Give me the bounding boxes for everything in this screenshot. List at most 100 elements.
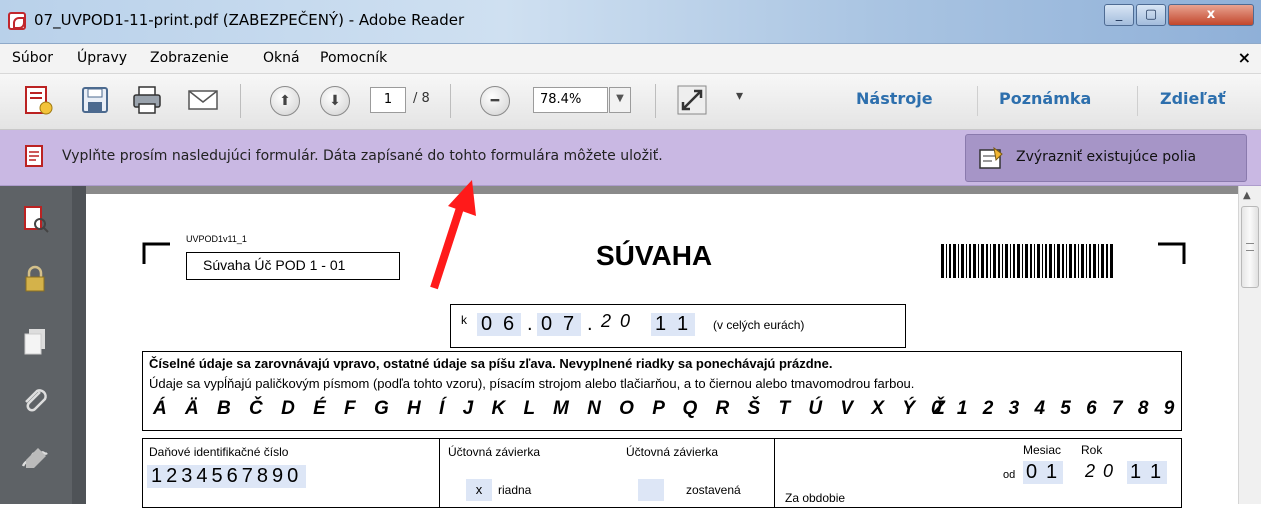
riadna-checkbox[interactable]: x — [466, 479, 492, 501]
dic-digit: 4 — [196, 465, 212, 487]
close-window-button[interactable]: x — [1168, 4, 1254, 26]
od-month-digit: 1 — [1043, 461, 1063, 484]
pages-icon[interactable] — [20, 326, 50, 356]
attachments-icon[interactable] — [20, 386, 50, 416]
pdf-page: UVPOD1v11_1 Súvaha Úč POD 1 - 01 SÚVAHA … — [86, 194, 1238, 508]
adobe-reader-icon — [8, 12, 26, 30]
date-separator: . — [527, 313, 533, 335]
toolbar: ⬆ ⬇ 1 / 8 ━ 78.4% ▼ ▾ Nástroje Poznámka … — [0, 74, 1261, 130]
window-title: 07_UVPOD1-11-print.pdf (ZABEZPEČENÝ) - A… — [34, 11, 465, 29]
scroll-up-icon[interactable]: ▲ — [1243, 190, 1251, 201]
toolbar-separator — [240, 84, 241, 118]
dic-digit: 7 — [241, 465, 257, 487]
date-year-field[interactable]: 11 — [651, 313, 695, 336]
comment-link[interactable]: Poznámka — [999, 89, 1091, 108]
date-year-digit: 1 — [673, 313, 695, 336]
date-suffix: (v celých eurách) — [713, 318, 805, 332]
corner-mark — [1158, 242, 1186, 264]
menu-subor[interactable]: Súbor — [12, 50, 53, 66]
minimize-button[interactable]: _ — [1104, 4, 1134, 26]
date-year-digit: 0 — [620, 311, 640, 331]
print-icon[interactable] — [130, 83, 164, 117]
zostavena-checkbox[interactable] — [638, 479, 664, 501]
sample-letter: H — [407, 398, 421, 419]
barcode — [941, 244, 1113, 278]
vertical-scrollbar[interactable]: ▲ — [1238, 186, 1261, 504]
sample-digit: 3 — [1008, 398, 1020, 419]
dic-label: Daňové identifikačné číslo — [149, 445, 289, 459]
sample-letter: L — [523, 398, 535, 419]
date-day-digit: 0 — [477, 313, 499, 336]
sample-digit: 6 — [1086, 398, 1097, 419]
sample-digit: 7 — [1112, 398, 1123, 419]
menu-pomocnik[interactable]: Pomocník — [320, 50, 387, 66]
zoom-dropdown-icon[interactable]: ▼ — [609, 87, 631, 113]
obdobie-box: Mesiac Rok od 01 20 11 Za obdobie — [774, 438, 1182, 508]
od-year-digit: 1 — [1127, 461, 1147, 484]
form-icon — [25, 145, 43, 167]
email-icon[interactable] — [186, 83, 220, 117]
create-pdf-icon[interactable] — [20, 83, 54, 117]
date-month-digit: 7 — [559, 313, 581, 336]
scroll-thumb[interactable] — [1241, 206, 1259, 288]
tools-link[interactable]: Nástroje — [856, 89, 933, 108]
zavierka2-label: Účtovná závierka — [626, 445, 719, 459]
sample-letter: R — [715, 398, 730, 419]
page-number-input[interactable]: 1 — [370, 87, 406, 113]
od-month-digit: 0 — [1023, 461, 1043, 484]
page-thumbnails-icon[interactable] — [20, 204, 50, 234]
zavierka1-label: Účtovná závierka — [448, 445, 541, 459]
instructions-bold: Číselné údaje sa zarovnávajú vpravo, ost… — [149, 356, 833, 371]
highlight-fields-label: Zvýrazniť existujúce polia — [1016, 149, 1197, 165]
pane-divider — [72, 186, 86, 504]
menu-upravy[interactable]: Úpravy — [77, 50, 127, 66]
link-separator — [977, 86, 978, 116]
share-link[interactable]: Zdieľať — [1160, 89, 1226, 108]
sample-letter: T — [778, 398, 791, 419]
lock-icon[interactable] — [20, 264, 50, 294]
sample-letter: Ý — [902, 398, 916, 419]
sample-letter: F — [344, 398, 356, 419]
dic-digit: 6 — [226, 465, 242, 487]
next-page-icon[interactable]: ⬇ — [320, 86, 350, 116]
zoom-input[interactable]: 78.4% — [533, 87, 608, 113]
riadna-label: riadna — [498, 483, 532, 497]
sample-letter: Ä — [185, 398, 199, 419]
date-separator: . — [587, 313, 593, 335]
zostavena-label: zostavená — [686, 483, 741, 497]
sample-letter: G — [373, 398, 389, 419]
od-year-digit: 2 — [1085, 461, 1104, 481]
close-document-button[interactable]: × — [1238, 48, 1251, 67]
menu-okna[interactable]: Okná — [263, 50, 300, 66]
sample-letter: X — [871, 398, 885, 419]
maximize-button[interactable]: ▢ — [1136, 4, 1166, 26]
date-day-field[interactable]: 06 — [477, 313, 521, 336]
previous-page-icon[interactable]: ⬆ — [270, 86, 300, 116]
od-month-field[interactable]: 01 — [1023, 461, 1063, 484]
od-year-prefix: 20 — [1085, 461, 1121, 482]
instructions-box: Číselné údaje sa zarovnávajú vpravo, ost… — [142, 351, 1182, 431]
customize-toolbar-icon[interactable]: ▾ — [736, 88, 743, 104]
sample-letter: Ú — [808, 398, 823, 419]
instructions-text: Údaje sa vypĺňajú paličkovým písmom (pod… — [149, 376, 915, 391]
document-view: UVPOD1v11_1 Súvaha Úč POD 1 - 01 SÚVAHA … — [86, 186, 1238, 508]
sample-letter: J — [462, 398, 474, 419]
date-month-field[interactable]: 07 — [537, 313, 581, 336]
sample-digit: 9 — [1163, 398, 1175, 419]
highlight-fields-icon — [979, 146, 1003, 169]
dic-digit: 0 — [287, 465, 303, 487]
sample-digit: 2 — [982, 398, 994, 419]
menu-zobrazenie[interactable]: Zobrazenie — [150, 50, 229, 66]
full-screen-icon[interactable] — [675, 83, 709, 117]
highlight-fields-button[interactable]: Zvýrazniť existujúce polia — [965, 134, 1247, 182]
scroll-grip-icon — [1246, 243, 1254, 251]
dic-field[interactable]: 1234567890 — [147, 465, 307, 488]
signatures-icon[interactable] — [20, 444, 50, 474]
sample-letter: O — [619, 398, 634, 419]
toolbar-separator — [655, 84, 656, 118]
zoom-out-icon[interactable]: ━ — [480, 86, 510, 116]
date-prefix: k — [461, 313, 467, 327]
od-year-field[interactable]: 11 — [1127, 461, 1167, 484]
save-icon[interactable] — [78, 83, 112, 117]
sample-letter: P — [652, 398, 665, 419]
